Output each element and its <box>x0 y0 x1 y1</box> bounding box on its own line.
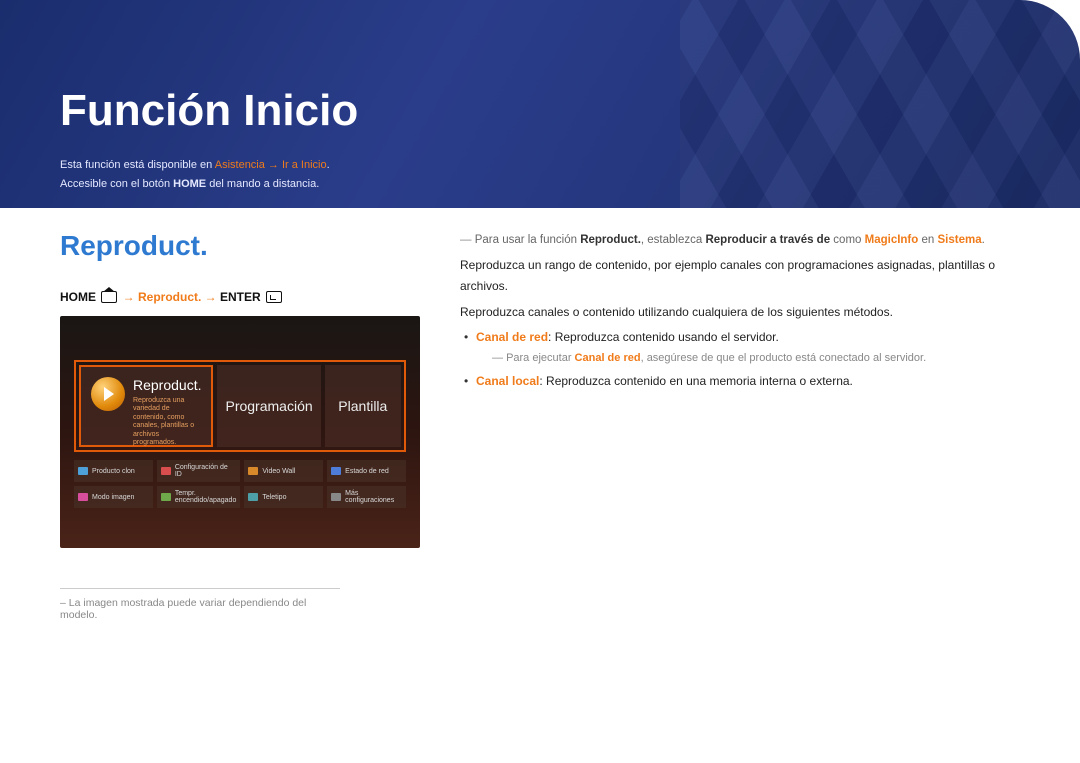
t: MagicInfo <box>865 234 919 246</box>
intro-suffix: . <box>327 159 330 171</box>
tile-main-desc: Reproduzca una variedad de contenido, co… <box>133 397 201 447</box>
t: Para ejecutar <box>506 352 574 364</box>
list-item: Canal local: Reproduzca contenido en una… <box>460 371 1020 393</box>
mini-label: Tempr. encendido/apagado <box>175 490 237 504</box>
intro-text: Esta función está disponible en <box>60 159 215 171</box>
section-title: Reproduct. <box>60 230 420 262</box>
mini-icon <box>331 467 341 475</box>
li1-term: Canal de red <box>476 330 548 344</box>
t: como <box>830 234 865 246</box>
tile-main-title: Reproduct. <box>133 377 201 393</box>
play-icon <box>91 377 125 411</box>
mini-icon <box>161 493 171 501</box>
mini-item[interactable]: Producto clon <box>74 460 153 482</box>
li2-term: Canal local <box>476 374 539 388</box>
image-footnote: La imagen mostrada puede variar dependie… <box>60 588 340 621</box>
mini-label: Modo imagen <box>92 494 134 501</box>
tile-plantilla[interactable]: Plantilla <box>325 365 401 447</box>
t: Sistema <box>937 234 981 246</box>
t: Reproducir a través de <box>705 234 830 246</box>
mini-item[interactable]: Estado de red <box>327 460 406 482</box>
mini-icon <box>78 493 88 501</box>
mini-icon <box>331 493 341 501</box>
intro-line2a: Accesible con el botón <box>60 178 173 190</box>
breadcrumb-mid: → Reproduct. → <box>119 290 220 304</box>
breadcrumb-enter: ENTER <box>220 290 264 304</box>
body-p1: Reproduzca un rango de contenido, por ej… <box>460 255 1020 298</box>
mini-label: Estado de red <box>345 468 389 475</box>
li1-desc: : Reproduzca contenido usando el servido… <box>548 330 779 344</box>
breadcrumb: HOME → Reproduct. → ENTER <box>60 290 420 304</box>
chapter-header: Función Inicio Esta función está disponi… <box>0 0 1080 208</box>
mini-item[interactable]: Más configuraciones <box>327 486 406 508</box>
mini-label: Producto clon <box>92 468 135 475</box>
mini-item[interactable]: Configuración de ID <box>157 460 241 482</box>
mini-icon <box>78 467 88 475</box>
intro-home-bold: HOME <box>173 178 206 190</box>
t: , establezca <box>641 234 706 246</box>
mini-icon <box>248 467 258 475</box>
content-area: Reproduct. HOME → Reproduct. → ENTER Rep… <box>60 230 1020 621</box>
tile-reproduct[interactable]: Reproduct. Reproduzca una variedad de co… <box>79 365 213 447</box>
home-icon <box>101 291 117 303</box>
right-column: Para usar la función Reproduct., estable… <box>460 230 1020 621</box>
tile-prog-label: Programación <box>225 398 312 414</box>
breadcrumb-home: HOME <box>60 290 99 304</box>
ui-screenshot: Reproduct. Reproduzca una variedad de co… <box>60 316 420 548</box>
intro-path: Asistencia → Ir a Inicio <box>215 159 327 171</box>
left-column: Reproduct. HOME → Reproduct. → ENTER Rep… <box>60 230 420 621</box>
mini-item[interactable]: Teletipo <box>244 486 323 508</box>
usage-note: Para usar la función Reproduct., estable… <box>460 230 1020 251</box>
mini-label: Teletipo <box>262 494 286 501</box>
mini-label: Más configuraciones <box>345 490 402 504</box>
bottom-grid: Producto clon Configuración de ID Video … <box>74 460 406 508</box>
enter-icon <box>266 291 282 303</box>
mini-icon <box>161 467 171 475</box>
mini-item[interactable]: Tempr. encendido/apagado <box>157 486 241 508</box>
t: Reproduct. <box>580 234 641 246</box>
tile-programacion[interactable]: Programación <box>217 365 320 447</box>
li1-subnote: Para ejecutar Canal de red, asegúrese de… <box>476 349 1020 369</box>
li2-desc: : Reproduzca contenido en una memoria in… <box>539 374 853 388</box>
decorative-cubes <box>680 0 1080 208</box>
mini-icon <box>248 493 258 501</box>
t: Para usar la función <box>475 234 580 246</box>
tile-row: Reproduct. Reproduzca una variedad de co… <box>74 360 406 452</box>
intro-line2c: del mando a distancia. <box>206 178 319 190</box>
mini-label: Video Wall <box>262 468 295 475</box>
tile-plantilla-label: Plantilla <box>338 398 387 414</box>
list-item: Canal de red: Reproduzca contenido usand… <box>460 327 1020 368</box>
t: Canal de red <box>575 352 641 364</box>
t: , asegúrese de que el producto está cone… <box>641 352 927 364</box>
t: en <box>918 234 937 246</box>
mini-item[interactable]: Modo imagen <box>74 486 153 508</box>
mini-label: Configuración de ID <box>175 464 237 478</box>
tile-main-textwrap: Reproduct. Reproduzca una variedad de co… <box>133 377 201 447</box>
body-p2: Reproduzca canales o contenido utilizand… <box>460 302 1020 324</box>
method-list: Canal de red: Reproduzca contenido usand… <box>460 327 1020 392</box>
mini-item[interactable]: Video Wall <box>244 460 323 482</box>
t: . <box>982 234 985 246</box>
